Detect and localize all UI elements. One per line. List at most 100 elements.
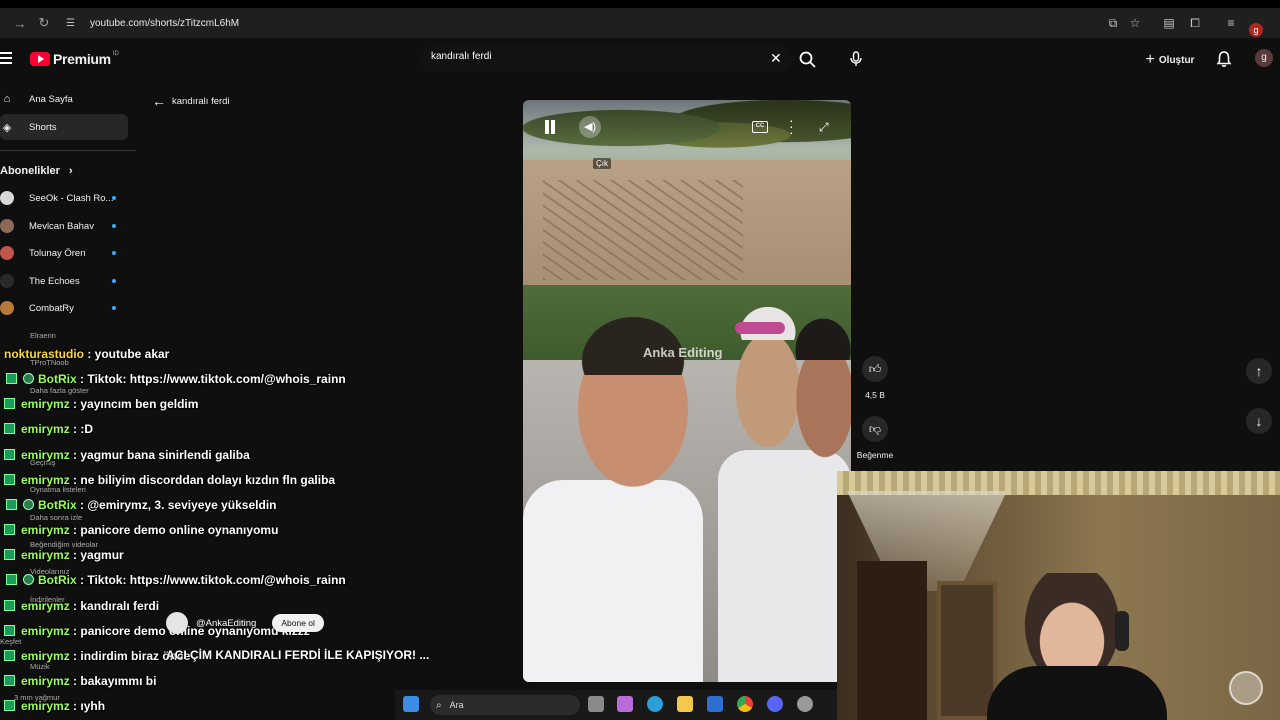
pause-icon[interactable] [543, 120, 557, 134]
subscriber-badge-icon [4, 700, 15, 712]
notifications-bell-icon[interactable] [1214, 49, 1234, 69]
taskbar-search-label: Ara [449, 700, 464, 710]
chat-username: BotRix [38, 372, 77, 387]
chat-text: : ne biliyim discorddan dolayı kızdın fl… [69, 472, 336, 487]
like-button[interactable]: 👍︎ [862, 356, 888, 382]
chat-username: emirymz [21, 673, 70, 688]
forward-icon[interactable]: → [8, 11, 32, 35]
clear-search-icon[interactable]: ✕ [770, 50, 782, 67]
sidebar-sub-seeok[interactable]: SeeOk - Clash Ro... [0, 186, 130, 210]
back-to-search[interactable]: ← kandıralı ferdi [152, 93, 230, 109]
browser-profile-avatar[interactable]: g [1249, 23, 1263, 37]
url-text: youtube.com/shorts/zTitzcmL6hM [90, 17, 240, 29]
fullscreen-icon[interactable]: ⤢ [819, 120, 833, 134]
sidebar-sub-combatry[interactable]: CombatRy [0, 296, 130, 320]
sidebar-item-music[interactable]: Müzik [30, 662, 50, 671]
edge-icon[interactable] [647, 696, 663, 712]
extension-icon[interactable]: ▤ [1161, 16, 1177, 30]
chat-text: : panicore demo online oynanıyomu [69, 523, 279, 538]
chat-message: emirymz : yayıncım ben geldim [4, 397, 198, 411]
stream-logo-icon [1229, 671, 1263, 705]
video-scene-stairs [543, 180, 743, 280]
chat-username: emirymz [21, 598, 70, 613]
next-short-button[interactable]: ↓ [1246, 408, 1272, 434]
dislike-button[interactable]: 👎︎ [862, 416, 888, 442]
channel-avatar [0, 191, 14, 205]
search-box[interactable]: kandıralı ferdi ✕ [420, 46, 792, 72]
subscribe-button[interactable]: Abone ol [272, 614, 324, 632]
search-icon[interactable] [798, 50, 818, 70]
create-button[interactable]: + Oluştur [1138, 48, 1202, 72]
sidebar-item-shorts[interactable]: ◈ Shorts [0, 115, 130, 139]
bot-badge-icon [23, 574, 34, 586]
chat-text: : kandıralı ferdi [69, 598, 160, 613]
browser-toolbar: → ↻ ☰ youtube.com/shorts/zTitzcmL6hM ⧉ ☆… [0, 8, 1280, 38]
new-content-dot [112, 196, 116, 200]
mic-icon[interactable] [844, 47, 868, 71]
arrow-down-icon: ↓ [1255, 413, 1263, 429]
chat-message: emirymz : :D [4, 422, 93, 436]
site-settings-icon[interactable]: ☰ [66, 18, 80, 29]
reading-list-icon[interactable]: ≡ [1223, 16, 1239, 30]
more-vert-icon[interactable]: · · · [789, 113, 795, 139]
chat-username: emirymz [21, 472, 70, 487]
shorts-icon: ◈ [2, 121, 12, 134]
chat-text: : @emirymz, 3. seviyeye yükseldin [76, 497, 277, 512]
bookmark-star-icon[interactable]: ☆ [1127, 16, 1143, 30]
youtube-logo[interactable]: Premium ID [30, 51, 119, 67]
chrome-icon[interactable] [737, 696, 753, 712]
sidebar-sub-elraenn[interactable]: Elraenn [30, 331, 56, 340]
thumbs-up-icon: 👍︎ [868, 361, 882, 376]
video-person-2-capband [735, 322, 785, 334]
menu-icon[interactable] [0, 52, 12, 66]
video-title[interactable]: ACI ÇİM KANDIRALI FERDİ İLE KAPIŞIYOR! .… [166, 648, 429, 662]
sidebar-sub-mevlcan[interactable]: Mevlcan Bahav [0, 214, 130, 238]
volume-icon[interactable]: ◀) [579, 116, 601, 138]
webcam-cabinet [857, 561, 927, 720]
search-icon: ⌕ [436, 699, 442, 711]
previous-short-button[interactable]: ↑ [1246, 358, 1272, 384]
captions-icon[interactable]: CC [752, 121, 768, 133]
chat-text: : yagmur [69, 548, 124, 563]
sidebar-sub-the-echoes[interactable]: The Echoes [0, 269, 130, 293]
video-person-3-hair [788, 310, 851, 360]
sidebar-item-home[interactable]: ⌂ Ana Sayfa [0, 87, 130, 111]
search-input[interactable]: kandıralı ferdi [431, 51, 492, 62]
youtube-play-icon [30, 52, 50, 66]
chat-username: emirymz [21, 447, 70, 462]
install-app-icon[interactable]: ⧉ [1105, 16, 1121, 31]
sidebar-sub-tolunay[interactable]: Tolunay Ören [0, 241, 130, 265]
video-person-1-coat [523, 480, 703, 682]
chat-text: : yagmur bana sinirlendi galiba [69, 447, 250, 462]
puzzle-icon[interactable]: ⧠ [1187, 16, 1203, 31]
video-controls-bar [523, 100, 851, 150]
video-watermark: Anka Editing [643, 345, 723, 360]
discord-icon[interactable] [767, 696, 783, 712]
sidebar-show-more[interactable]: Daha fazla göster [30, 386, 89, 395]
taskbar-search[interactable]: ⌕ Ara [430, 695, 580, 715]
moderator-badge-icon [6, 574, 17, 586]
store-icon[interactable] [707, 696, 723, 712]
copilot-icon[interactable] [617, 696, 633, 712]
reload-icon[interactable]: ↻ [32, 11, 56, 35]
sidebar-item-watch-later[interactable]: Daha sonra izle [30, 513, 82, 522]
subscriber-badge-icon [4, 448, 15, 460]
windows-start-icon[interactable] [403, 696, 419, 712]
channel-avatar[interactable] [166, 612, 188, 634]
subscriptions-heading[interactable]: Abonelikler › [0, 165, 73, 177]
shorts-video-player[interactable]: Anka Editing ◀) Çık CC · · · ⤢ [523, 100, 851, 682]
webcam-overlay [837, 471, 1280, 720]
back-label: kandıralı ferdi [172, 95, 230, 107]
account-avatar[interactable]: g [1255, 49, 1273, 67]
channel-avatar [0, 274, 14, 288]
task-view-icon[interactable] [588, 696, 604, 712]
address-bar[interactable]: ☰ youtube.com/shorts/zTitzcmL6hM [60, 12, 1120, 34]
chat-username: emirymz [21, 699, 70, 714]
sidebar-sub-label: Tolunay Ören [29, 247, 86, 259]
steam-icon[interactable] [797, 696, 813, 712]
channel-name[interactable]: @AnkaEditing [196, 618, 256, 629]
chat-message: emirymz : ıyhh [4, 699, 105, 713]
sidebar-sub-label: SeeOk - Clash Ro... [29, 192, 114, 204]
tooltip: Çık [593, 158, 611, 169]
file-explorer-icon[interactable] [677, 696, 693, 712]
